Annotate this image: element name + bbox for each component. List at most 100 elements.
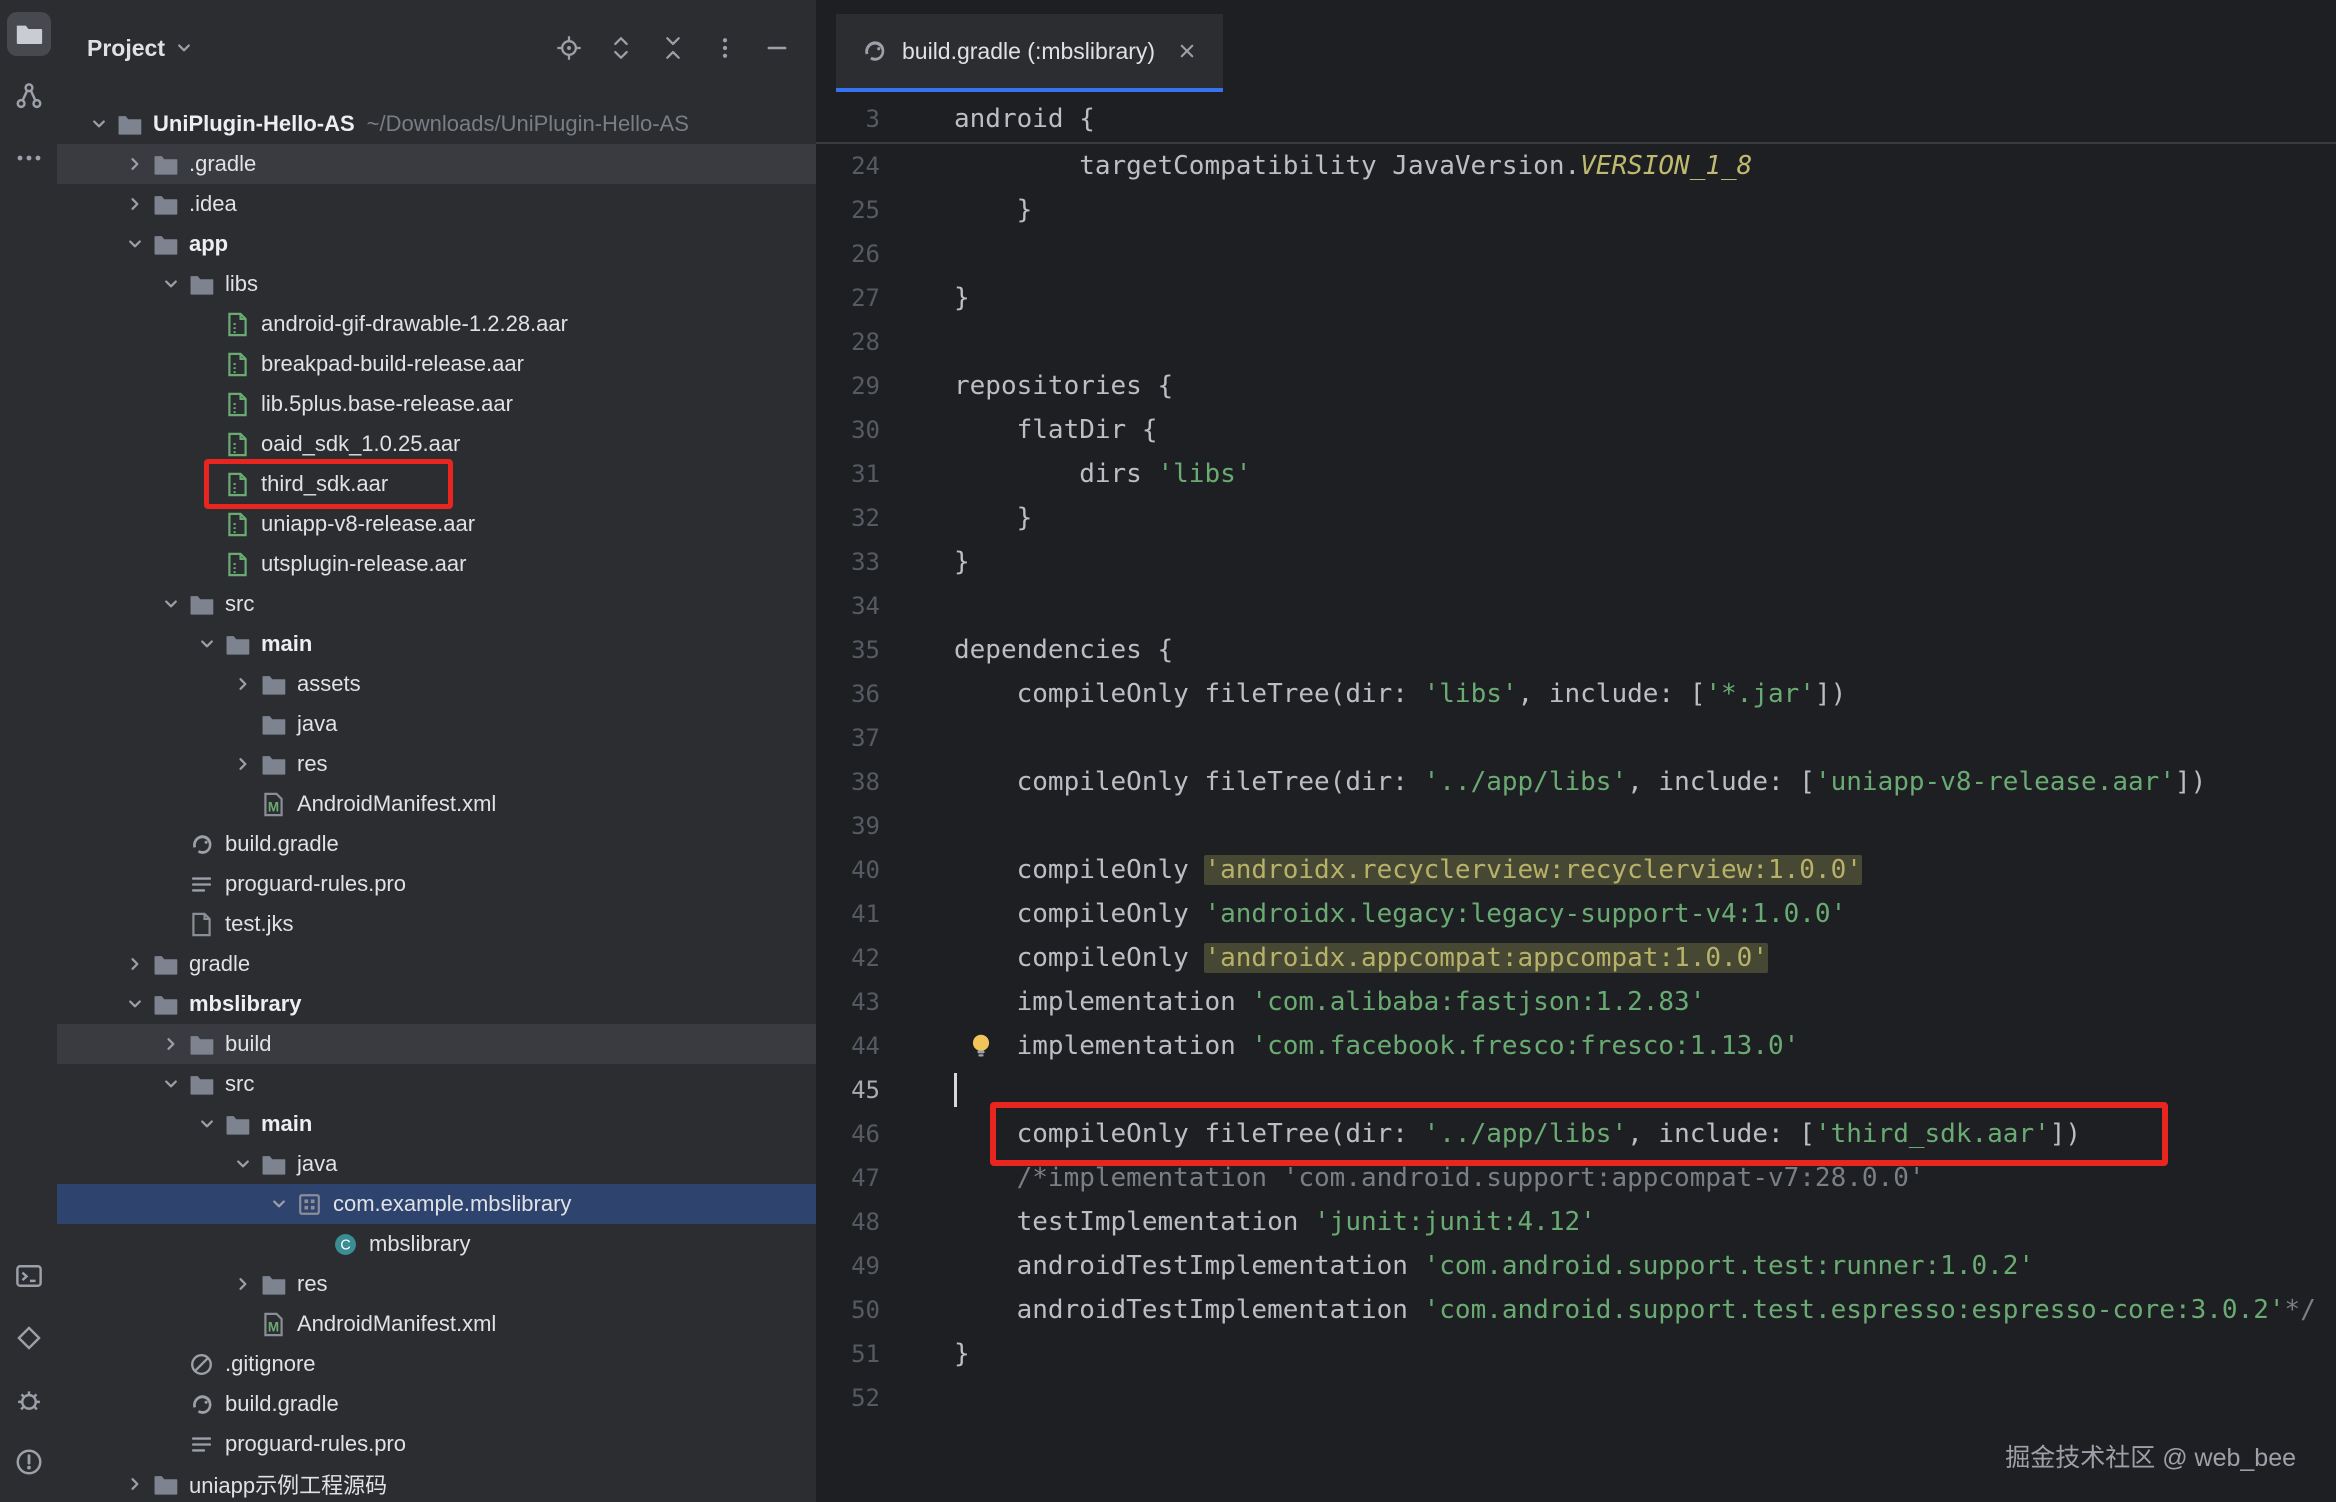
line-number[interactable]: 34 xyxy=(816,584,880,628)
code-line-37[interactable]: 37 xyxy=(816,716,2336,760)
line-number[interactable]: 33 xyxy=(816,540,880,584)
tree-item-src[interactable]: src xyxy=(57,1064,816,1104)
line-number[interactable]: 24 xyxy=(816,144,880,188)
line-number[interactable]: 28 xyxy=(816,320,880,364)
line-number[interactable]: 37 xyxy=(816,716,880,760)
tree-item-assets[interactable]: assets xyxy=(57,664,816,704)
code-line-36[interactable]: 36 compileOnly fileTree(dir: 'libs', inc… xyxy=(816,672,2336,716)
chevron-right-icon[interactable] xyxy=(226,1273,260,1295)
tree-item-oaid-sdk-1-0-25-aar[interactable]: oaid_sdk_1.0.25.aar xyxy=(57,424,816,464)
tree-item-uniapp[interactable]: uniapp示例工程源码 xyxy=(57,1464,816,1502)
debug-tool-icon[interactable] xyxy=(7,1378,51,1422)
close-icon[interactable] xyxy=(1175,39,1199,63)
line-number[interactable]: 38 xyxy=(816,760,880,804)
code-line-48[interactable]: 48 testImplementation 'junit:junit:4.12' xyxy=(816,1200,2336,1244)
tree-item-idea[interactable]: .idea xyxy=(57,184,816,224)
line-number[interactable]: 26 xyxy=(816,232,880,276)
tree-item-app[interactable]: app xyxy=(57,224,816,264)
line-number[interactable]: 47 xyxy=(816,1156,880,1200)
code-line-24[interactable]: 24 targetCompatibility JavaVersion.VERSI… xyxy=(816,144,2336,188)
chevron-right-icon[interactable] xyxy=(118,953,152,975)
code-line-25[interactable]: 25 } xyxy=(816,188,2336,232)
code-line-35[interactable]: 35dependencies { xyxy=(816,628,2336,672)
chevron-right-icon[interactable] xyxy=(154,1033,188,1055)
code-line-43[interactable]: 43 implementation 'com.alibaba:fastjson:… xyxy=(816,980,2336,1024)
tree-item-third-sdk-aar[interactable]: third_sdk.aar xyxy=(57,464,816,504)
chevron-right-icon[interactable] xyxy=(118,1473,152,1495)
more-options-icon[interactable] xyxy=(708,31,742,65)
code-line-47[interactable]: 47 /*implementation 'com.android.support… xyxy=(816,1156,2336,1200)
code-line-41[interactable]: 41 compileOnly 'androidx.legacy:legacy-s… xyxy=(816,892,2336,936)
chevron-down-icon[interactable] xyxy=(154,1073,188,1095)
line-number[interactable]: 48 xyxy=(816,1200,880,1244)
line-number[interactable]: 31 xyxy=(816,452,880,496)
tree-item-java[interactable]: java xyxy=(57,704,816,744)
line-number[interactable]: 51 xyxy=(816,1332,880,1376)
tree-item-breakpad-build-release-aar[interactable]: breakpad-build-release.aar xyxy=(57,344,816,384)
line-number[interactable]: 27 xyxy=(816,276,880,320)
tree-item-mbslibrary[interactable]: mbslibrary xyxy=(57,984,816,1024)
line-number[interactable]: 46 xyxy=(816,1112,880,1156)
tree-item-androidmanifest-xml[interactable]: MAndroidManifest.xml xyxy=(57,1304,816,1344)
code-line-30[interactable]: 30 flatDir { xyxy=(816,408,2336,452)
code-line-46[interactable]: 46 compileOnly fileTree(dir: '../app/lib… xyxy=(816,1112,2336,1156)
structure-tool-icon[interactable] xyxy=(7,74,51,118)
line-number[interactable]: 41 xyxy=(816,892,880,936)
tree-item-res[interactable]: res xyxy=(57,1264,816,1304)
chevron-right-icon[interactable] xyxy=(118,153,152,175)
code-line-50[interactable]: 50 androidTestImplementation 'com.androi… xyxy=(816,1288,2336,1332)
code-line-28[interactable]: 28 xyxy=(816,320,2336,364)
tree-item-utsplugin-release-aar[interactable]: utsplugin-release.aar xyxy=(57,544,816,584)
tree-item-lib-5plus-base-release-aar[interactable]: lib.5plus.base-release.aar xyxy=(57,384,816,424)
code-line-34[interactable]: 34 xyxy=(816,584,2336,628)
chevron-down-icon[interactable] xyxy=(154,593,188,615)
line-number[interactable]: 44 xyxy=(816,1024,880,1068)
tree-item-uniplugin-hello-as[interactable]: UniPlugin-Hello-AS~/Downloads/UniPlugin-… xyxy=(57,104,816,144)
tree-item-build-gradle[interactable]: build.gradle xyxy=(57,1384,816,1424)
tree-item-mbslibrary[interactable]: Cmbslibrary xyxy=(57,1224,816,1264)
chevron-down-icon[interactable] xyxy=(262,1193,296,1215)
code-line-42[interactable]: 42 compileOnly 'androidx.appcompat:appco… xyxy=(816,936,2336,980)
line-number[interactable]: 35 xyxy=(816,628,880,672)
tree-item-test-jks[interactable]: test.jks xyxy=(57,904,816,944)
more-tools-icon[interactable] xyxy=(7,136,51,180)
code-line-49[interactable]: 49 androidTestImplementation 'com.androi… xyxy=(816,1244,2336,1288)
tree-item-proguard-rules-pro[interactable]: proguard-rules.pro xyxy=(57,864,816,904)
line-number[interactable]: 45 xyxy=(816,1068,880,1112)
line-number[interactable]: 42 xyxy=(816,936,880,980)
code-line-31[interactable]: 31 dirs 'libs' xyxy=(816,452,2336,496)
project-tool-icon[interactable] xyxy=(7,12,51,56)
tree-item-gitignore[interactable]: .gitignore xyxy=(57,1344,816,1384)
line-number[interactable]: 52 xyxy=(816,1376,880,1420)
tree-item-build-gradle[interactable]: build.gradle xyxy=(57,824,816,864)
tree-item-src[interactable]: src xyxy=(57,584,816,624)
lightbulb-icon[interactable] xyxy=(966,1031,996,1061)
hide-panel-icon[interactable] xyxy=(760,31,794,65)
tree-item-androidmanifest-xml[interactable]: MAndroidManifest.xml xyxy=(57,784,816,824)
collapse-all-icon[interactable] xyxy=(656,31,690,65)
code-line-32[interactable]: 32 } xyxy=(816,496,2336,540)
chevron-down-icon[interactable] xyxy=(190,633,224,655)
code-line-29[interactable]: 29repositories { xyxy=(816,364,2336,408)
tab-build-gradle-mbslibrary[interactable]: build.gradle (:mbslibrary) xyxy=(836,14,1223,92)
chevron-down-icon[interactable] xyxy=(118,233,152,255)
code-line-51[interactable]: 51} xyxy=(816,1332,2336,1376)
chevron-down-icon[interactable] xyxy=(154,273,188,295)
chevron-down-icon[interactable] xyxy=(190,1113,224,1135)
tree-item-build[interactable]: build xyxy=(57,1024,816,1064)
line-number[interactable]: 32 xyxy=(816,496,880,540)
chevron-right-icon[interactable] xyxy=(226,753,260,775)
tree-item-main[interactable]: main xyxy=(57,1104,816,1144)
line-number[interactable]: 25 xyxy=(816,188,880,232)
line-number[interactable]: 43 xyxy=(816,980,880,1024)
tree-item-main[interactable]: main xyxy=(57,624,816,664)
tree-item-res[interactable]: res xyxy=(57,744,816,784)
project-panel-title[interactable]: Project xyxy=(87,35,195,62)
expand-all-icon[interactable] xyxy=(604,31,638,65)
line-number[interactable]: 49 xyxy=(816,1244,880,1288)
line-number[interactable]: 30 xyxy=(816,408,880,452)
chevron-right-icon[interactable] xyxy=(118,193,152,215)
chevron-down-icon[interactable] xyxy=(82,113,116,135)
line-number[interactable]: 50 xyxy=(816,1288,880,1332)
problems-tool-icon[interactable] xyxy=(7,1440,51,1484)
